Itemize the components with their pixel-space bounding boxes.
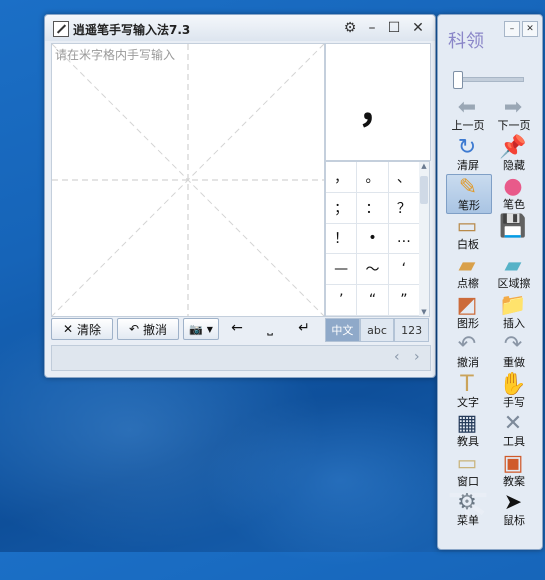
tool-button-refresh[interactable]: ↻ 清屏 [446, 135, 490, 173]
tool-button-left-arrow[interactable]: ⬅ 上一页 [446, 95, 490, 133]
undo-button[interactable]: ↶ 撤消 [117, 318, 179, 340]
clear-button[interactable]: ✕ 清除 [51, 318, 113, 340]
candidate-character[interactable]: ， [326, 76, 430, 134]
watermark: 下 [448, 488, 488, 534]
symbol-key[interactable]: ！ [326, 223, 358, 255]
tool-label: 区域擦 [497, 277, 531, 290]
symbol-key[interactable]: ‘ [388, 254, 420, 286]
tool-label: 笔形 [458, 199, 480, 212]
gear-icon[interactable]: ⚙ [341, 19, 359, 37]
undo-icon: ↶ [128, 322, 140, 336]
toolbar-close-icon[interactable]: ✕ [522, 21, 538, 37]
save-icon: 💾 [499, 213, 527, 239]
tool-button-insert-folder[interactable]: 📁 插入 [492, 293, 536, 331]
symbol-key[interactable]: ” [388, 285, 420, 316]
tool-label: 手写 [503, 395, 525, 409]
symbol-grid: ， 。 、 ； ： ？ ！ • … — ～ ‘ ’ “ ” [325, 161, 421, 317]
chevron-down-icon: ▼ [206, 324, 213, 334]
tool-button-whiteboard[interactable]: ▭ 白板 [446, 214, 490, 252]
tool-label: 清屏 [457, 158, 479, 172]
slider-knob[interactable] [453, 71, 463, 89]
symbol-key[interactable]: “ [357, 285, 389, 316]
space-icon[interactable]: ⎵ [257, 318, 283, 338]
whiteboard-toolbar: 科领 – ✕ ⬅ 上一页 ➡ 下一页 ↻ 清屏 📌 隐藏 ✎ 笔形 ● 笔色 ▭ 白板 💾 ▰ 点檫 ▰ 区域擦 ◩ 图… [437, 14, 543, 550]
tool-label: 图形 [457, 316, 479, 330]
pen-size-slider[interactable] [453, 71, 524, 89]
tool-button-tools[interactable]: ✕ 工具 [492, 411, 536, 449]
tool-label: 教具 [457, 435, 479, 448]
tool-label: 教案 [503, 474, 525, 488]
edit-toolbar: ✕ 清除 ↶ 撤消 📷 ▼ ← ⎵ ↵ [51, 318, 323, 340]
tool-button-right-arrow[interactable]: ➡ 下一页 [492, 95, 536, 133]
app-icon [53, 21, 69, 37]
symbol-key[interactable]: ： [357, 192, 389, 224]
camera-button[interactable]: 📷 ▼ [183, 318, 219, 340]
tool-label: 撤消 [457, 356, 479, 369]
mode-tab-chinese[interactable]: 中文 [325, 318, 360, 342]
tool-button-lesson-plan[interactable]: ▣ 教案 [492, 451, 536, 489]
symbol-key[interactable]: — [326, 254, 358, 286]
symbol-key[interactable]: ’ [326, 285, 358, 316]
tool-button-text[interactable]: T 文字 [446, 372, 490, 410]
handwriting-canvas[interactable]: 请在米字格内手写输入 [51, 43, 325, 317]
backspace-icon[interactable]: ← [227, 318, 247, 338]
tool-label: 笔色 [503, 198, 525, 211]
status-bar: ‹ › [51, 345, 431, 371]
tool-button-mouse-cursor[interactable]: ➤ 鼠标 [492, 490, 536, 528]
enter-icon[interactable]: ↵ [291, 318, 317, 338]
clear-label: 清除 [77, 322, 102, 337]
tool-button-undo[interactable]: ↶ 撤消 [446, 332, 490, 370]
handwriting-window[interactable]: 逍遥笔手写输入法7.3 ⚙ – ☐ ✕ 请在米字格内手写输入 ， ， 。 、 ；… [44, 14, 436, 378]
tool-label: 工具 [503, 435, 525, 448]
tool-button-color-wheel[interactable]: ● 笔色 [492, 174, 536, 212]
undo-label: 撤消 [143, 322, 168, 337]
tool-button-shapes[interactable]: ◩ 图形 [446, 293, 490, 331]
tool-label: 上一页 [451, 119, 485, 132]
tool-button-redo[interactable]: ↷ 重做 [492, 332, 536, 370]
window-title-bar[interactable]: 逍遥笔手写输入法7.3 ⚙ – ☐ ✕ [45, 15, 435, 41]
prev-page-icon[interactable]: ‹ [394, 349, 400, 365]
tool-button-area-eraser[interactable]: ▰ 区域擦 [492, 253, 536, 291]
maximize-icon[interactable]: ☐ [385, 19, 403, 37]
close-icon[interactable]: ✕ [409, 19, 427, 37]
mode-tab-123[interactable]: 123 [394, 318, 430, 342]
scroll-down-icon[interactable]: ▼ [419, 308, 429, 316]
window-title: 逍遥笔手写输入法7.3 [73, 23, 191, 37]
camera-icon: 📷 [189, 322, 203, 336]
next-page-icon[interactable]: › [414, 349, 420, 365]
minimize-icon[interactable]: – [504, 21, 520, 37]
brand-logo-text: 科领 [448, 31, 484, 52]
tool-label: 鼠标 [503, 514, 525, 527]
scroll-thumb[interactable] [420, 176, 428, 204]
tool-label: 插入 [503, 316, 525, 330]
tool-label: 文字 [457, 395, 479, 409]
rice-grid [52, 44, 324, 316]
symbol-scrollbar[interactable]: ▲ ▼ [419, 161, 430, 317]
input-mode-tabs: 中文 abc 123 [325, 318, 430, 342]
symbol-key[interactable]: ～ [357, 254, 389, 286]
symbol-key[interactable]: • [357, 223, 389, 255]
tool-button-hand[interactable]: ✋ 手写 [492, 372, 536, 410]
symbol-key[interactable]: ？ [388, 192, 420, 224]
symbol-key[interactable]: 、 [388, 162, 420, 193]
mode-tab-abc[interactable]: abc [359, 318, 395, 342]
symbol-key[interactable]: … [388, 223, 420, 255]
tool-label: 隐藏 [503, 158, 525, 172]
tool-button-pencil[interactable]: ✎ 笔形 [446, 174, 492, 214]
scroll-up-icon[interactable]: ▲ [419, 162, 429, 170]
tool-label: 重做 [503, 356, 525, 369]
tool-label: 白板 [457, 237, 479, 251]
tool-button-save[interactable]: 💾 [492, 214, 536, 252]
minimize-icon[interactable]: – [363, 19, 381, 37]
x-icon: ✕ [62, 322, 74, 336]
tool-label: 下一页 [497, 119, 531, 132]
symbol-key[interactable]: 。 [357, 162, 389, 193]
tool-button-teaching-tools[interactable]: ▦ 教具 [446, 411, 490, 449]
symbol-key[interactable]: ； [326, 192, 358, 224]
symbol-key[interactable]: ， [326, 162, 358, 193]
tool-button-eraser[interactable]: ▰ 点檫 [446, 253, 490, 291]
candidate-panel[interactable]: ， [325, 43, 431, 161]
tool-label: 点檫 [457, 277, 479, 290]
tool-button-pin[interactable]: 📌 隐藏 [492, 135, 536, 173]
